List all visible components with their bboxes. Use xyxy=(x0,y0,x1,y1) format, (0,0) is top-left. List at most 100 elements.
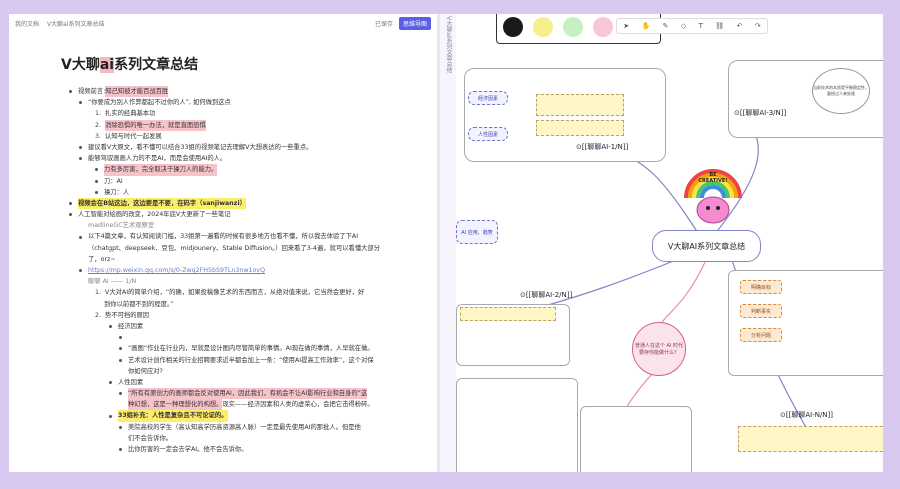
outline-text: 操刀：人 xyxy=(104,188,130,196)
bullet-dot xyxy=(109,380,112,384)
outline-text: 现实——经济因素和人类的虚荣心，会把它击得粉碎。 xyxy=(222,401,374,409)
outline-item[interactable]: 比你厉害的一定会去学AI。他不会告诉你。 xyxy=(57,444,427,455)
outline-item[interactable]: 操刀：人 xyxy=(57,187,427,198)
bullet-dot xyxy=(69,90,72,94)
outline-item[interactable]: “画图”作业在行业内，早就是设计图内尽管简单的事情。AI现在做的事情，人早就在做… xyxy=(57,343,427,354)
outline-list: 视频前言: 知己知彼才能百战百胜 “你要成为别人作弊都起不过你的人”, 如何做到这… xyxy=(57,86,427,455)
outline-item[interactable]: （chatgpt、deepseek、豆包、midjounery、Stable D… xyxy=(57,243,427,254)
bullet-dot xyxy=(79,146,82,150)
outline-item[interactable]: 1. 扎实的经典基本功 xyxy=(57,108,427,119)
breadcrumb-current[interactable]: V大聊ai系列文章总结 xyxy=(47,19,104,28)
vertical-doc-title: V大聊ai系列文章总结 xyxy=(445,16,452,74)
outline-item[interactable]: 美院高校的学生（高认知高学历高资源高人脉）一定是最先使用AI的那批人。但是他 xyxy=(57,422,427,433)
outline-text: madlineGC艺术观察室 xyxy=(88,222,155,230)
swatch-black[interactable] xyxy=(503,17,523,37)
article-link[interactable]: https://mp.weixin.qq.com/s/0-Zwq2FH5bS9T… xyxy=(88,265,265,276)
bullet-dot xyxy=(95,179,98,183)
question-bubble[interactable]: 普通人在这个 AI 时代要存你能做什么？ xyxy=(632,322,686,376)
mindmap-button[interactable]: 思维导图 xyxy=(398,16,431,30)
outline-item[interactable]: 33姐补充：人性是复杂且不可论证的。 xyxy=(57,410,427,422)
page-title: V大聊ai系列文章总结 xyxy=(61,57,199,73)
note-box-2 xyxy=(536,120,624,136)
list-number: 2. xyxy=(95,121,102,129)
section-box-5 xyxy=(456,378,578,472)
cursor-icon[interactable]: ➤ xyxy=(623,22,629,30)
outline-text: 建议看V大原文，看不懂可以结合33姐的视频笔记去理解V大想表达的一些重点。 xyxy=(88,143,313,151)
outline-item[interactable]: 艺术设计创作相关的行业招聘要求近半都会加上一条：“使用AI提高工作效率”，这个对… xyxy=(57,355,427,366)
outline-item[interactable]: 种幻想，这是一种理想化的构想。 现实——经济因素和人类的虚荣心，会把它击得粉碎。 xyxy=(57,399,427,411)
mindmap-canvas[interactable]: ➤ ✋ ✎ ◇ T ⛓ ↶ ↷ 经济因素 人性因素 ⊙[[聊聊AI-1/N]] … xyxy=(456,14,883,472)
node-ai-3[interactable]: ⊙[[聊聊AI-3/N]] xyxy=(734,108,786,118)
outline-item[interactable]: 力有多厉害，完全取决于操刀人的能力。 xyxy=(57,164,427,176)
outline-item[interactable]: 人工智能对绘画的改变，2024年底V大更新了一些笔记 xyxy=(57,209,427,220)
side-strip: V大聊ai系列文章总结 xyxy=(440,14,456,472)
outline-text: V大对AI的简单介绍，“的确，如果投稿像艺术的东西而言，从绝对值来说，它当然会更… xyxy=(105,289,365,297)
swatch-yellow[interactable] xyxy=(533,17,553,37)
outline-item[interactable]: “所有有原创力的画师都会反对使用AI，因此我们，有机会不让AI影响行业和自身的”… xyxy=(57,388,427,400)
outline-item[interactable]: https://mp.weixin.qq.com/s/0-Zwq2FH5bS9T… xyxy=(57,265,427,276)
bullet-dot xyxy=(79,235,82,239)
badge-text-2: CREATIVE! xyxy=(698,178,728,184)
outline-item[interactable]: 建议看V大原文，看不懂可以结合33姐的视频笔记去理解V大想表达的一些重点。 xyxy=(57,142,427,153)
tag-human[interactable]: 人性因素 xyxy=(468,127,508,141)
outline-item[interactable]: 3. 认知与时代一起发展 xyxy=(57,131,427,142)
doc-toolbar: 我的文档 V大聊ai系列文章总结 已保存 思维导图 xyxy=(9,14,437,32)
outline-item[interactable] xyxy=(57,332,427,343)
tag-goal[interactable]: 明确目标 xyxy=(740,280,782,294)
bullet-dot xyxy=(119,336,122,340)
outline-text: 比你厉害的一定会去学AI。他不会告诉你。 xyxy=(128,446,248,453)
bullet-dot xyxy=(79,269,82,273)
outline-text: 势不可挡的原因 xyxy=(105,311,150,319)
outline-text: 刀：AI xyxy=(104,177,123,185)
outline-item[interactable]: 以下4篇文章，有认知阅读门槛，33姐第一遍看的时候有很多地方也看不懂，所以我去体… xyxy=(57,231,427,242)
outline-item[interactable]: 视频会在B站这边，这边要是不要，在码字（sanjiwanzi） xyxy=(57,197,427,210)
outline-item[interactable]: 2. 消除恐惧的唯一办法，就是直面恐惧 xyxy=(57,119,427,131)
bullet-dot xyxy=(109,414,112,418)
bullet-dot xyxy=(119,448,122,452)
node-ai-1[interactable]: ⊙[[聊聊AI-1/N]] xyxy=(576,142,628,152)
central-topic[interactable]: V大聊AI系列文章总结 xyxy=(652,230,761,262)
undo-icon[interactable]: ↶ xyxy=(737,22,743,30)
note-box-1 xyxy=(536,94,624,116)
outline-item[interactable]: 视频前言: 知己知彼才能百战百胜 xyxy=(57,86,427,98)
tag-ai-trend[interactable]: AI 应用、趋势 xyxy=(456,220,498,244)
bullet-dot xyxy=(69,213,72,217)
tag-economic[interactable]: 经济因素 xyxy=(468,91,508,105)
outline-item[interactable]: “你要成为别人作弊都起不过你的人”, 如何做到这点 xyxy=(57,97,427,108)
shape-icon[interactable]: ◇ xyxy=(681,22,686,30)
outline-item[interactable]: 了，orz~ xyxy=(57,254,427,265)
breadcrumb-root[interactable]: 我的文档 xyxy=(15,19,39,28)
outline-item[interactable]: 们不会告诉你。 xyxy=(57,433,427,444)
outline-text: 艺术设计创作相关的行业招聘要求近半都会加上一条：“使用AI提高工作效率”，这个对… xyxy=(128,356,374,364)
bullet-dot xyxy=(119,358,122,362)
outline-text: “你要成为别人作弊都起不过你的人”, 如何做到这点 xyxy=(88,99,231,107)
bullet-dot xyxy=(69,201,72,205)
outline-item[interactable]: 2. 势不可挡的原因 xyxy=(57,310,427,321)
outline-item[interactable]: 人性因素 xyxy=(57,377,427,388)
outline-item[interactable]: 你如何应对? xyxy=(57,366,427,377)
bullet-dot xyxy=(95,190,98,194)
tag-fact[interactable]: 判断事实 xyxy=(740,304,782,318)
canvas-toolbar: ➤ ✋ ✎ ◇ T ⛓ ↶ ↷ xyxy=(616,18,768,34)
outline-item[interactable]: 刀：AI xyxy=(57,176,427,187)
outline-item[interactable]: 到你以前都不到的程度。” xyxy=(57,299,427,310)
node-ai-2[interactable]: ⊙[[聊聊AI-2/N]] xyxy=(520,290,572,300)
outline-item[interactable]: madlineGC艺术观察室 xyxy=(57,220,427,231)
outline-text: 种幻想，这是一种理想化的构想。 xyxy=(128,399,223,411)
bullet-dot xyxy=(119,425,122,429)
link-icon[interactable]: ⛓ xyxy=(715,22,724,30)
tag-analyze[interactable]: 分析问题 xyxy=(740,328,782,342)
outline-text: 认知与时代一起发展 xyxy=(105,132,162,140)
pen-icon[interactable]: ✎ xyxy=(663,22,669,30)
outline-item[interactable]: 经济因素 xyxy=(57,321,427,332)
redo-icon[interactable]: ↷ xyxy=(755,22,761,30)
outline-item[interactable]: 聊聊 AI —— 1/N xyxy=(57,276,427,287)
node-ai-n[interactable]: ⊙[[聊聊AI-N/N]] xyxy=(780,410,833,420)
outline-item[interactable]: 1. V大对AI的简单介绍，“的确，如果投稿像艺术的东西而言，从绝对值来说，它当然… xyxy=(57,287,427,298)
outline-text: “所有有原创力的画师都会反对使用AI，因此我们，有机会不让AI影响行业和自身的”… xyxy=(128,388,368,400)
outline-item[interactable]: 能够驾驭画画人力的不是AI，而是会使用AI的人。 xyxy=(57,153,427,164)
swatch-green[interactable] xyxy=(563,17,583,37)
text-icon[interactable]: T xyxy=(699,22,703,30)
hand-icon[interactable]: ✋ xyxy=(641,22,650,30)
swatch-pink[interactable] xyxy=(593,17,613,37)
